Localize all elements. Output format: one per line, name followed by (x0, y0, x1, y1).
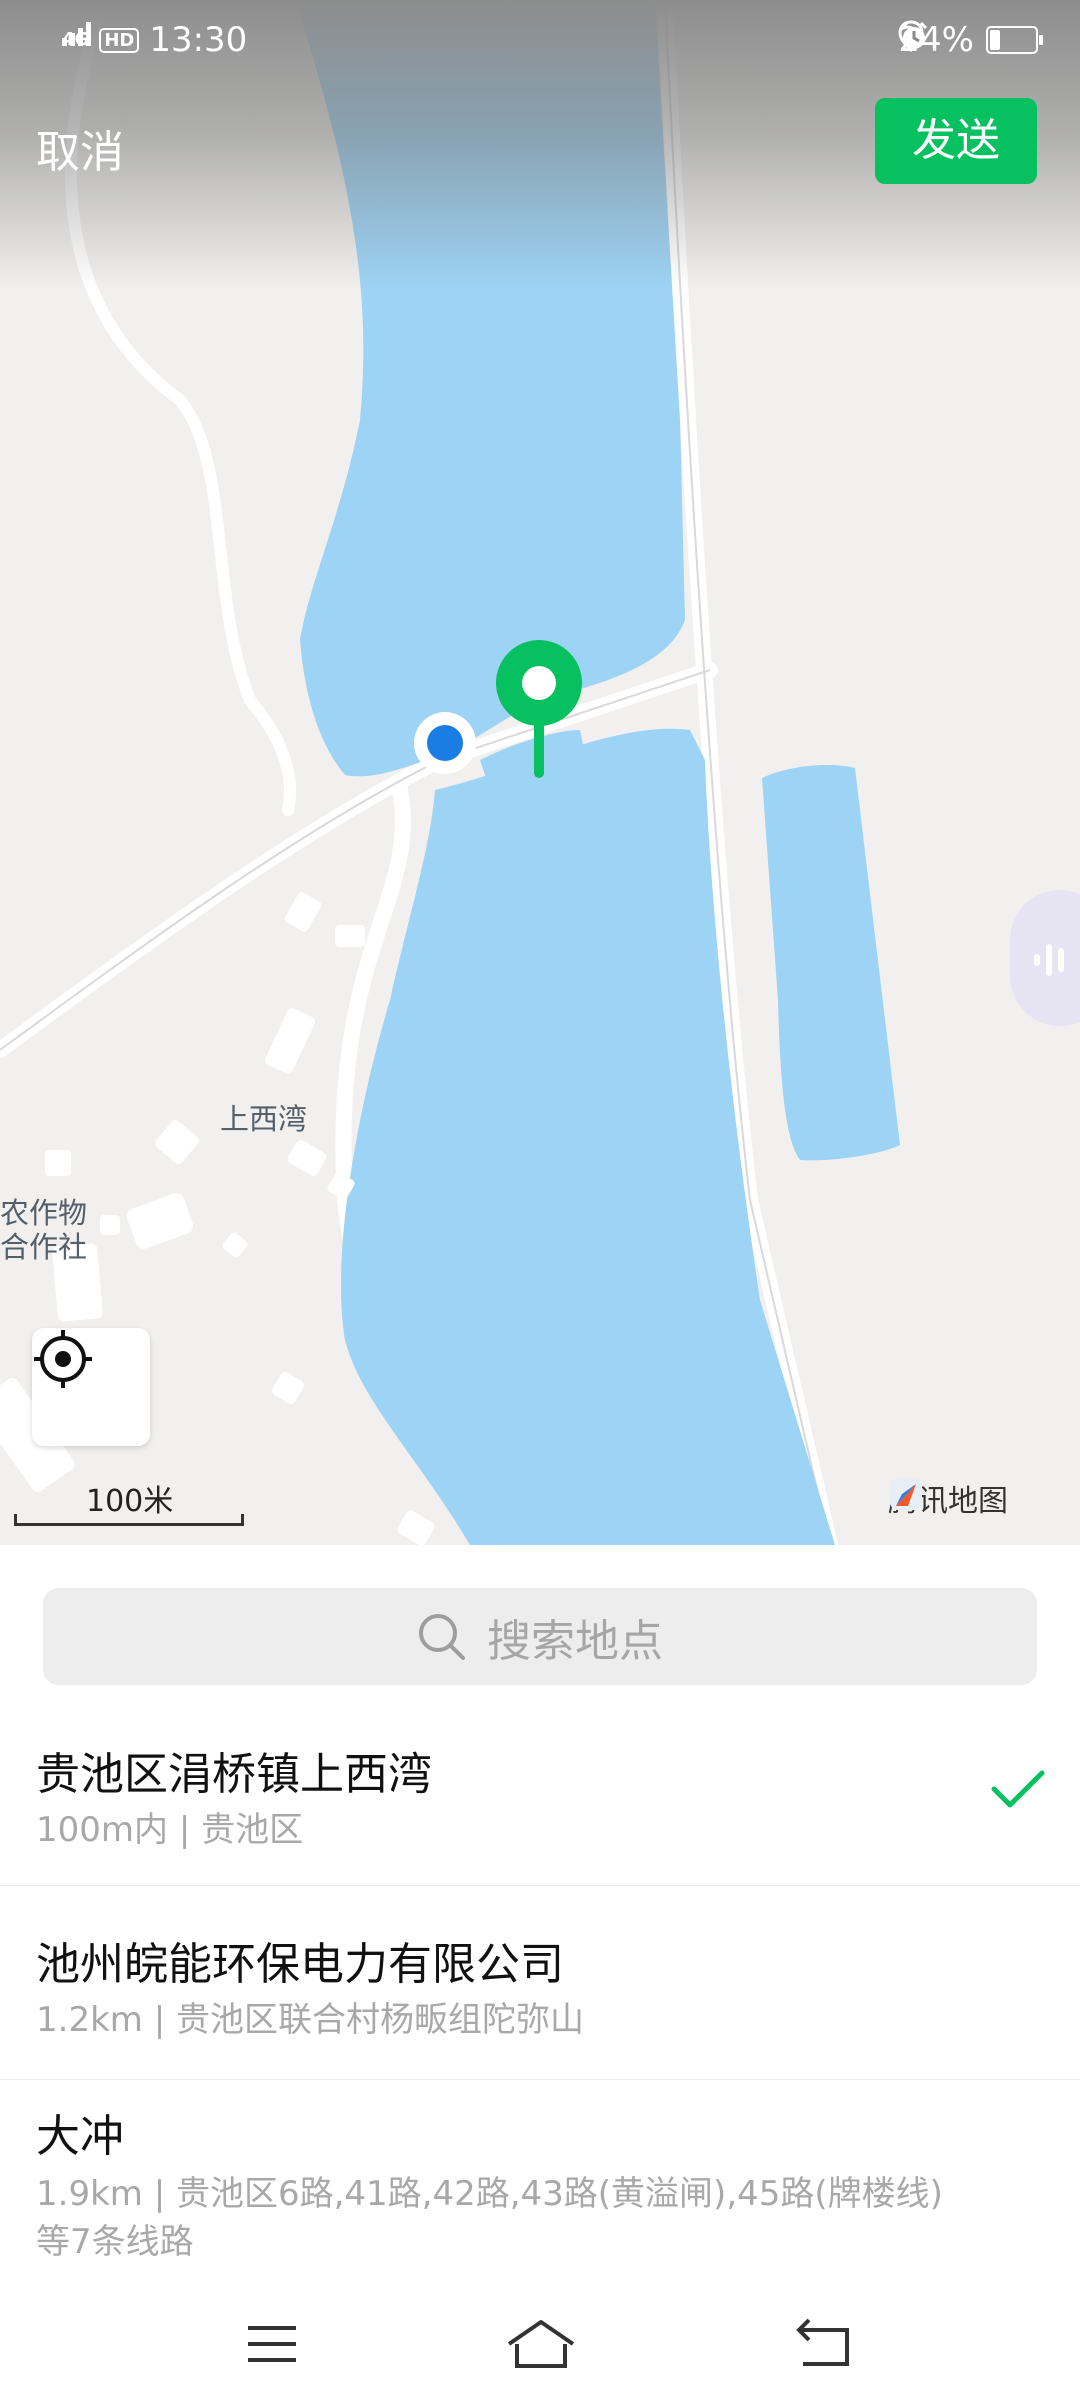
result-title: 池州皖能环保电力有限公司 (36, 1939, 564, 1990)
home-icon[interactable] (505, 2316, 577, 2372)
battery-fill (990, 30, 1000, 50)
map-label-coop: 农作物 合作社 (0, 1196, 87, 1264)
alarm-icon (901, 21, 928, 49)
map-label-coop-line1: 农作物 (0, 1196, 88, 1230)
cancel-button[interactable]: 取消 (36, 116, 124, 180)
result-title: 贵池区涓桥镇上西湾 (36, 1749, 432, 1800)
back-icon[interactable] (795, 2316, 851, 2372)
scale-bar (14, 1514, 244, 1526)
location-panel: 搜索地点 贵池区涓桥镇上西湾 100m内 | 贵池区 池州皖能环保电力有限公司 … (0, 1545, 1080, 2408)
selected-check-icon (991, 1770, 1045, 1808)
status-bar: 4G HD 13:30 24% (0, 0, 1080, 84)
result-title: 大冲 (36, 2111, 124, 2162)
system-nav-bar (0, 2286, 1080, 2408)
battery-icon (986, 26, 1043, 54)
search-icon (419, 1613, 465, 1660)
tencent-map-icon (890, 1478, 922, 1510)
map-view[interactable]: 上西湾 农作物 合作社 100米 腾讯地图 4G HD 13:30 24% 取消… (0, 0, 1080, 1545)
search-placeholder: 搜索地点 (487, 1615, 663, 1667)
map-label-village: 上西湾 (220, 1102, 308, 1136)
map-label-coop-line2: 合作社 (0, 1230, 88, 1264)
map-provider-logo: 腾讯地图 (888, 1476, 1008, 1520)
voice-wave-icon (1034, 944, 1064, 976)
result-item-1[interactable]: 贵池区涓桥镇上西湾 100m内 | 贵池区 (0, 1710, 1080, 1886)
result-subtitle: 1.9km | 贵池区6路,41路,42路,43路(黄溢闸),45路(牌楼线)等… (36, 2174, 943, 2262)
result-subtitle: 1.2km | 贵池区联合村杨畈组陀弥山 (36, 2000, 584, 2040)
hd-badge: HD (99, 27, 140, 53)
result-subtitle: 100m内 | 贵池区 (36, 1810, 304, 1850)
search-bar[interactable]: 搜索地点 (43, 1588, 1037, 1685)
voice-assistant-bubble[interactable] (1010, 890, 1080, 1026)
result-item-3[interactable]: 大冲 1.9km | 贵池区6路,41路,42路,43路(黄溢闸),45路(牌楼… (0, 2080, 1080, 2290)
crosshair-icon (34, 1330, 92, 1388)
result-item-2[interactable]: 池州皖能环保电力有限公司 1.2km | 贵池区联合村杨畈组陀弥山 (0, 1886, 1080, 2080)
locate-me-button[interactable] (32, 1328, 150, 1446)
status-time: 13:30 (149, 20, 248, 60)
menu-icon[interactable] (244, 2316, 300, 2372)
signal-icon (62, 22, 91, 46)
map-scale: 100米 (14, 1476, 246, 1526)
send-button[interactable]: 发送 (875, 98, 1037, 184)
